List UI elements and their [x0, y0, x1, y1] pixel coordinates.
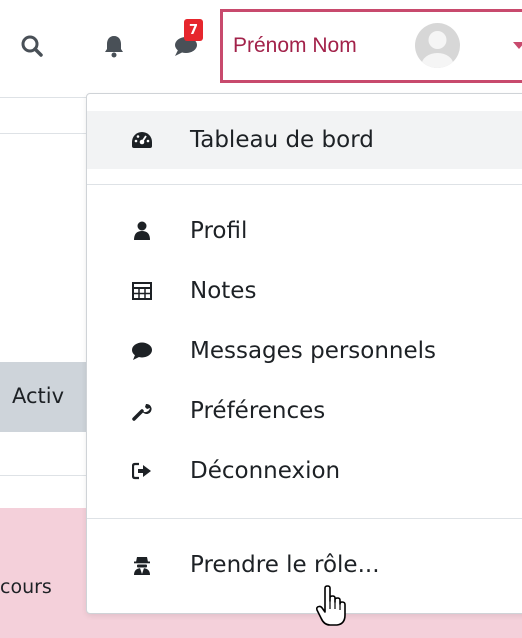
menu-item-label: Notes: [190, 278, 257, 304]
hand-pointer-icon: [315, 585, 347, 631]
user-menu-toggle[interactable]: Prénom Nom: [220, 9, 522, 83]
user-icon: [131, 220, 153, 242]
user-secret-icon: [131, 554, 153, 576]
menu-item-label: Déconnexion: [190, 458, 341, 484]
menu-divider: [87, 184, 522, 185]
menu-item-label: Profil: [190, 218, 248, 244]
menu-item-grades[interactable]: Notes: [87, 262, 522, 320]
menu-item-logout[interactable]: Déconnexion: [87, 442, 522, 500]
search-icon[interactable]: [18, 30, 46, 62]
user-dropdown-menu: Tableau de bord Profil Notes Messages pe…: [86, 93, 522, 614]
menu-item-login-as[interactable]: Prendre le rôle...: [87, 536, 522, 594]
comment-icon: [131, 340, 153, 362]
menu-item-preferences[interactable]: Préférences: [87, 382, 522, 440]
menu-item-label: Préférences: [190, 398, 326, 424]
menu-item-dashboard[interactable]: Tableau de bord: [87, 111, 522, 169]
divider: [0, 475, 90, 476]
menu-item-label: Prendre le rôle...: [190, 552, 380, 578]
menu-item-label: Messages personnels: [190, 338, 437, 364]
activity-block: Activ: [0, 362, 90, 432]
activity-label: Activ: [12, 384, 65, 408]
course-label: cours: [0, 576, 52, 598]
notification-badge: 7: [184, 19, 203, 41]
menu-item-label: Tableau de bord: [190, 127, 374, 153]
bell-icon[interactable]: [100, 30, 128, 62]
table-icon: [131, 280, 153, 302]
wrench-icon: [131, 400, 153, 422]
user-name: Prénom Nom: [233, 34, 357, 57]
navbar: 7 Prénom Nom: [0, 0, 522, 90]
menu-item-profile[interactable]: Profil: [87, 202, 522, 260]
dashboard-icon: [131, 129, 153, 151]
chevron-down-icon: [513, 42, 522, 49]
menu-divider: [87, 518, 522, 519]
menu-item-messages[interactable]: Messages personnels: [87, 322, 522, 380]
avatar: [415, 23, 460, 68]
sign-out-icon: [131, 460, 153, 482]
